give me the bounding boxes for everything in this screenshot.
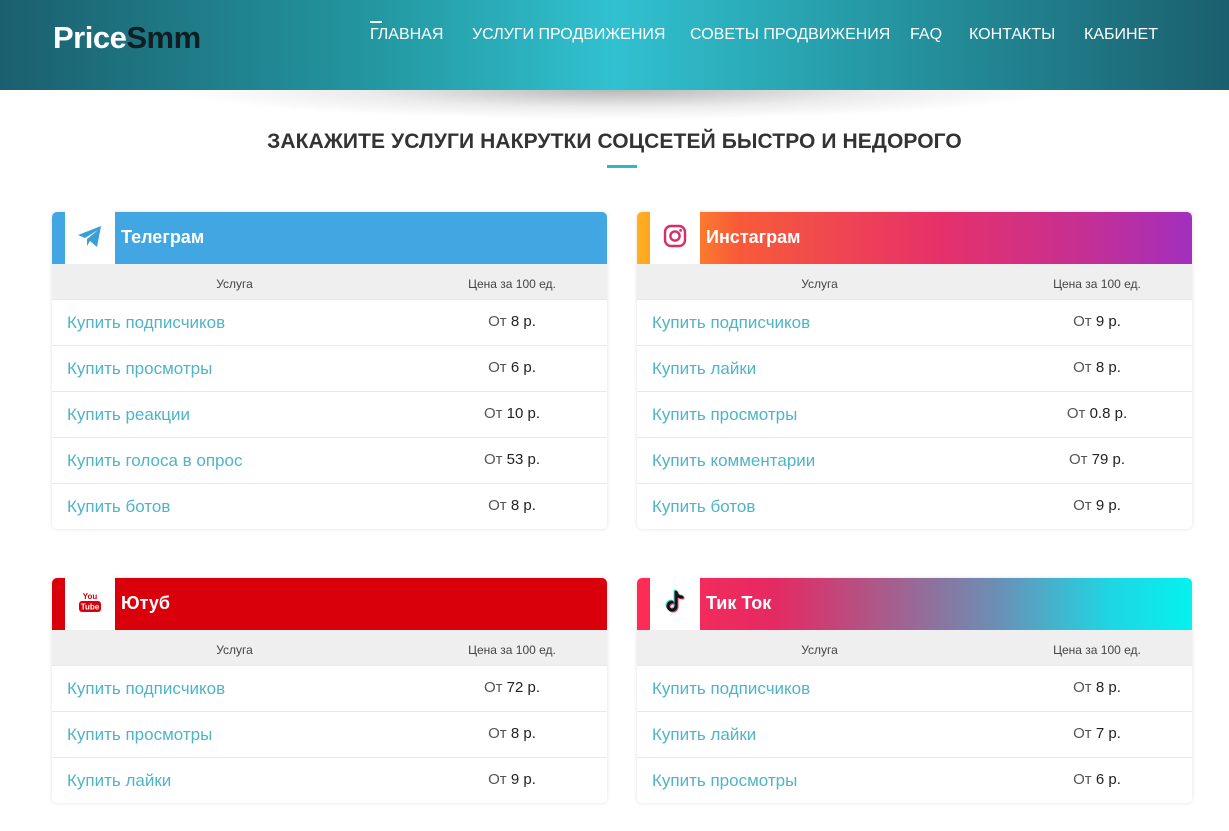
price-cell: От 8 р.	[488, 725, 536, 742]
instagram-icon	[663, 224, 687, 248]
service-link[interactable]: Купить лайки	[652, 359, 756, 379]
price-cell: От 79 р.	[1068, 451, 1126, 468]
table-row: Купить подписчиков От 8 р.	[637, 665, 1192, 711]
header-shadow	[170, 90, 1060, 120]
table-row: Купить подписчиков От 72 р.	[52, 665, 607, 711]
column-header-price: Цена за 100 ед.	[1053, 643, 1141, 657]
price-cell: От 72 р.	[483, 679, 541, 696]
table-row: Купить просмотры От 6 р.	[637, 757, 1192, 803]
svg-text:Tube: Tube	[81, 603, 100, 612]
service-link[interactable]: Купить реакции	[67, 405, 190, 425]
card-shadow	[697, 803, 1132, 817]
column-header-service: Услуга	[216, 643, 253, 657]
service-link[interactable]: Купить комментарии	[652, 451, 815, 471]
price-cell: От 8 р.	[1073, 679, 1121, 696]
table-row: Купить комментарии От 79 р.	[637, 437, 1192, 483]
table-row: Купить ботов От 9 р.	[637, 483, 1192, 529]
price-cell: От 10 р.	[483, 405, 541, 422]
nav-item-faq[interactable]: FAQ	[910, 24, 942, 46]
card-shadow	[112, 803, 547, 817]
table-header: Услуга Цена за 100 ед.	[52, 264, 607, 299]
site-logo[interactable]: PriceSmm	[53, 20, 201, 56]
table-row: Купить просмотры От 6 р.	[52, 345, 607, 391]
nav-item-cabinet[interactable]: Кабинет	[1084, 24, 1158, 46]
price-cell: От 6 р.	[1073, 771, 1121, 788]
service-link[interactable]: Купить ботов	[67, 497, 170, 517]
card-tiktok: Тик Ток Услуга Цена за 100 ед. Купить по…	[637, 572, 1192, 817]
card-telegram: Телеграм Услуга Цена за 100 ед. Купить п…	[52, 206, 607, 543]
card-title: Тик Ток	[706, 593, 772, 613]
column-header-price: Цена за 100 ед.	[1053, 277, 1141, 291]
price-cell: От 53 р.	[483, 451, 541, 468]
card-shadow	[697, 529, 1132, 543]
card-instagram: Инстаграм Услуга Цена за 100 ед. Купить …	[637, 206, 1192, 543]
service-link[interactable]: Купить подписчиков	[67, 679, 225, 699]
table-row: Купить лайки От 9 р.	[52, 757, 607, 803]
table-row: Купить подписчиков От 8 р.	[52, 299, 607, 345]
card-youtube: You Tube Ютуб Услуга Цена за 100 ед. Куп…	[52, 572, 607, 817]
service-link[interactable]: Купить просмотры	[652, 405, 797, 425]
service-link[interactable]: Купить подписчиков	[652, 679, 810, 699]
table-header: Услуга Цена за 100 ед.	[637, 264, 1192, 299]
price-cell: От 8 р.	[488, 497, 536, 514]
card-title: Инстаграм	[706, 227, 801, 247]
table-header: Услуга Цена за 100 ед.	[52, 630, 607, 665]
service-link[interactable]: Купить голоса в опрос	[67, 451, 242, 471]
card-title: Ютуб	[121, 593, 170, 613]
site-header: PriceSmm Главная Услуги продвижения Сове…	[0, 0, 1229, 90]
column-header-service: Услуга	[801, 277, 838, 291]
table-row: Купить просмотры От 8 р.	[52, 711, 607, 757]
table-row: Купить подписчиков От 9 р.	[637, 299, 1192, 345]
column-header-service: Услуга	[801, 643, 838, 657]
table-row: Купить ботов От 8 р.	[52, 483, 607, 529]
service-link[interactable]: Купить лайки	[67, 771, 171, 791]
table-row: Купить просмотры От 0.8 р.	[637, 391, 1192, 437]
title-underline	[607, 165, 637, 168]
service-link[interactable]: Купить просмотры	[67, 359, 212, 379]
table-row: Купить реакции От 10 р.	[52, 391, 607, 437]
price-cell: От 9 р.	[488, 771, 536, 788]
service-link[interactable]: Купить просмотры	[652, 771, 797, 791]
column-header-price: Цена за 100 ед.	[468, 643, 556, 657]
card-header: Инстаграм	[637, 206, 1192, 278]
card-title: Телеграм	[121, 227, 205, 247]
service-link[interactable]: Купить подписчиков	[652, 313, 810, 333]
price-cell: От 8 р.	[1073, 359, 1121, 376]
card-header: Тик Ток	[637, 572, 1192, 644]
price-cell: От 0.8 р.	[1066, 405, 1128, 422]
table-header: Услуга Цена за 100 ед.	[637, 630, 1192, 665]
price-cell: От 9 р.	[1073, 497, 1121, 514]
service-link[interactable]: Купить просмотры	[67, 725, 212, 745]
nav-item-services[interactable]: Услуги продвижения	[472, 24, 665, 46]
service-link[interactable]: Купить ботов	[652, 497, 755, 517]
card-header: Телеграм	[52, 206, 607, 278]
nav-item-home[interactable]: Главная	[370, 21, 443, 46]
column-header-service: Услуга	[216, 277, 253, 291]
tiktok-icon	[665, 589, 685, 613]
card-header: You Tube Ютуб	[52, 572, 607, 644]
price-cell: От 6 р.	[488, 359, 536, 376]
page-title: ЗАКАЖИТЕ УСЛУГИ НАКРУТКИ СОЦСЕТЕЙ БЫСТРО…	[267, 130, 962, 153]
price-cell: От 7 р.	[1073, 725, 1121, 742]
card-shadow	[112, 529, 547, 543]
service-link[interactable]: Купить подписчиков	[67, 313, 225, 333]
nav-item-tips[interactable]: Советы продвижения	[690, 24, 890, 46]
table-row: Купить голоса в опрос От 53 р.	[52, 437, 607, 483]
table-row: Купить лайки От 8 р.	[637, 345, 1192, 391]
youtube-icon: You Tube	[79, 592, 101, 612]
price-cell: От 8 р.	[488, 313, 536, 330]
telegram-icon	[78, 226, 101, 247]
nav-item-contacts[interactable]: Контакты	[969, 24, 1055, 46]
table-row: Купить лайки От 7 р.	[637, 711, 1192, 757]
service-link[interactable]: Купить лайки	[652, 725, 756, 745]
svg-text:You: You	[83, 592, 98, 601]
price-cell: От 9 р.	[1073, 313, 1121, 330]
column-header-price: Цена за 100 ед.	[468, 277, 556, 291]
